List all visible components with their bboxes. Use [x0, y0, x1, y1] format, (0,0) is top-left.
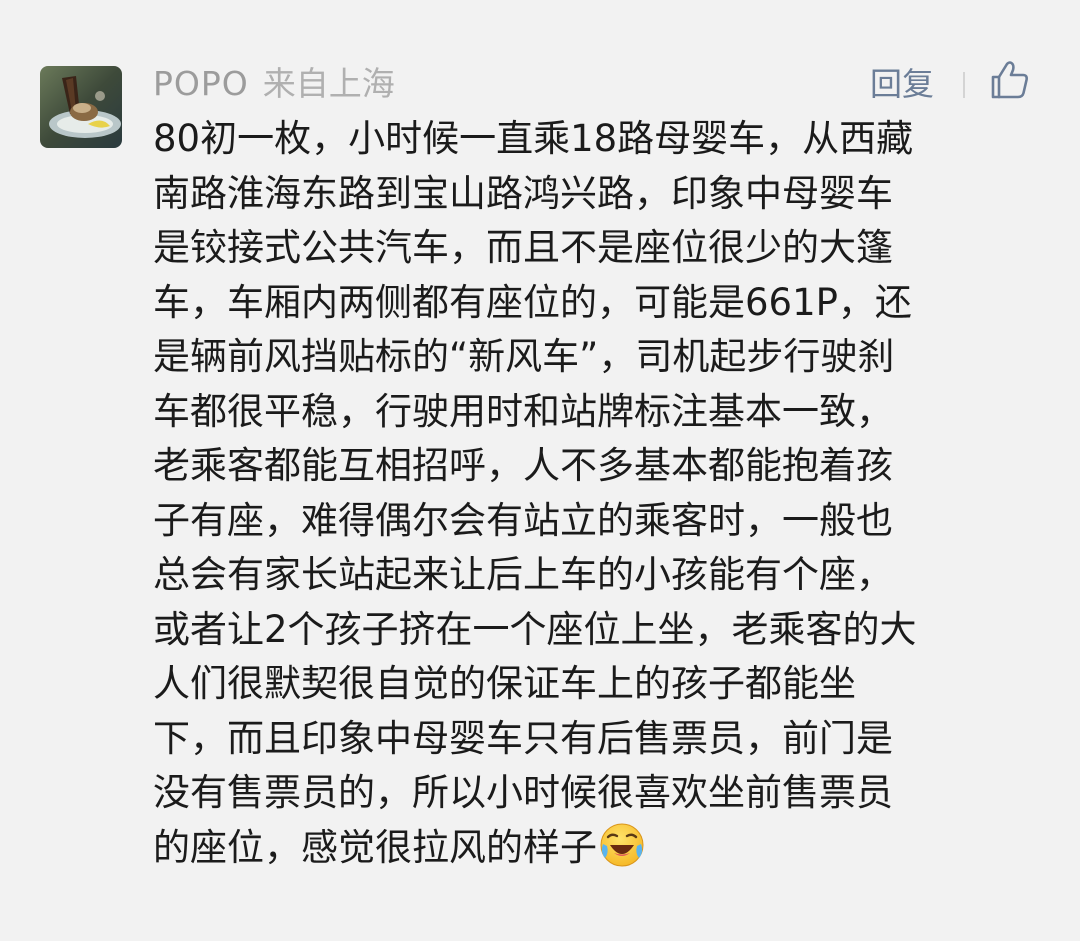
divider: [963, 72, 965, 98]
avatar-photo-icon: [40, 66, 122, 148]
comment-text-line: 南路淮海东路到宝山路鸿兴路，印象中母婴车: [153, 171, 893, 215]
thumbs-up-icon: [991, 61, 1028, 99]
username[interactable]: POPO: [153, 64, 249, 103]
comment-text-line: 下，而且印象中母婴车只有后售票员，前门是: [153, 716, 893, 760]
comment-text: 80初一枚，小时候一直乘18路母婴车，从西藏 南路淮海东路到宝山路鸿兴路，印象中…: [153, 112, 1033, 875]
like-button[interactable]: [990, 60, 1030, 100]
reply-button[interactable]: 回复: [870, 62, 934, 106]
comment-text-line: 或者让2个孩子挤在一个座位上坐，老乘客的大: [153, 607, 917, 651]
avatar[interactable]: [40, 66, 122, 148]
comment-text-line: 80初一枚，小时候一直乘18路母婴车，从西藏: [153, 117, 914, 160]
comment-text-line: 总会有家长站起来让后上车的小孩能有个座，: [153, 553, 893, 596]
comment-text-line: 是铰接式公共汽车，而且不是座位很少的大篷: [153, 226, 893, 269]
comment-text-line: 人们很默契很自觉的保证车上的孩子都能坐: [153, 662, 856, 705]
comment-text-line: 的座位，感觉很拉风的样子: [153, 825, 597, 869]
laughing-crying-face-emoji-icon: [600, 823, 644, 866]
comment-text-line: 老乘客都能互相招呼，人不多基本都能抱着孩: [153, 444, 893, 487]
comment-text-line: 没有售票员的，所以小时候很喜欢坐前售票员: [153, 771, 893, 814]
comment-text-line: 子有座，难得偶尔会有站立的乘客时，一般也: [153, 498, 893, 542]
location-label: 来自上海: [262, 64, 395, 103]
comment-text-line: 车都很平稳，行驶用时和站牌标注基本一致，: [153, 389, 893, 433]
comment-text-line: 是辆前风挡贴标的“新风车”，司机起步行驶刹: [153, 335, 895, 378]
comment-text-line-last: 的座位，感觉很拉风的样子: [153, 821, 1033, 876]
comment-text-line: 车，车厢内两侧都有座位的，可能是661P，还: [153, 280, 912, 324]
comment-header: POPO 来自上海: [153, 62, 395, 106]
comment-item: POPO 来自上海 回复 80初一枚，小时候一直乘18路母婴车，从西藏 南路淮海东…: [0, 0, 1080, 941]
